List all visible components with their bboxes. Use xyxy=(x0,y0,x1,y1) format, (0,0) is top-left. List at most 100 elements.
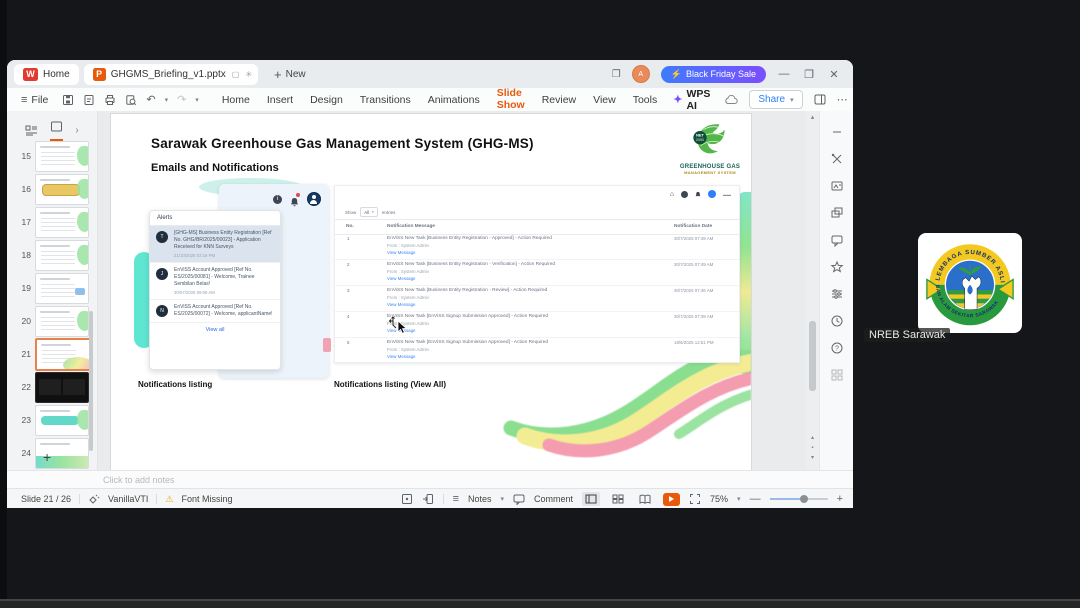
selection-box-icon[interactable] xyxy=(401,493,413,505)
toolbar-expand-icon[interactable]: ▾ xyxy=(195,96,199,104)
tab-preview-icon[interactable]: ▢ xyxy=(232,70,240,79)
zoom-slider[interactable] xyxy=(769,495,828,503)
alert-item[interactable]: N EnViSS Account Approved [Ref No. ES/20… xyxy=(150,300,280,322)
zoom-out-button[interactable]: — xyxy=(750,493,761,505)
slide-thumbnail-18[interactable]: 18 xyxy=(15,239,93,271)
slide-thumbnail-15[interactable]: 15 xyxy=(15,140,93,172)
view-message-link[interactable]: View Message xyxy=(387,276,657,281)
table-header-icons: ⌂ ▬▬ xyxy=(670,190,731,198)
undo-icon[interactable]: ↶ xyxy=(146,93,155,106)
export-pdf-icon[interactable] xyxy=(83,94,95,106)
menu-animations[interactable]: Animations xyxy=(427,91,481,109)
file-menu[interactable]: ≡ File xyxy=(21,94,48,106)
cloud-sync-icon[interactable] xyxy=(724,94,739,105)
slideshow-play-button[interactable] xyxy=(663,492,681,506)
menu-insert[interactable]: Insert xyxy=(266,91,294,109)
thumbnail-number: 19 xyxy=(21,283,31,293)
undo-caret-icon[interactable]: ▾ xyxy=(165,96,169,104)
ghgms-leaf-icon: NET 2050 xyxy=(693,124,727,154)
participant-video-tile[interactable]: LEMBAGA SUMBER ASLI DAN ALAM SEKITAR SAR… xyxy=(918,233,1022,333)
print-preview-icon[interactable] xyxy=(125,94,137,106)
theme-design-icon[interactable] xyxy=(830,179,844,193)
share-button[interactable]: Share ▾ xyxy=(749,90,803,109)
slide-thumbnail-23[interactable]: 23 xyxy=(15,404,93,436)
menu-design[interactable]: Design xyxy=(309,91,344,109)
help-panel-icon[interactable]: ? xyxy=(830,341,844,355)
menu-home[interactable]: Home xyxy=(221,91,251,109)
slide-thumbnail-21-selected[interactable]: 21 xyxy=(15,337,93,371)
zoom-level[interactable]: 75% xyxy=(710,494,728,504)
slide-sorter-view-button[interactable] xyxy=(609,492,627,506)
menu-review[interactable]: Review xyxy=(541,91,577,109)
more-options-icon[interactable]: ⋯ xyxy=(837,93,848,106)
view-message-link[interactable]: View Message xyxy=(387,354,657,359)
canvas-scrollbar[interactable]: ▴ ▴ ▪ ▾ xyxy=(806,111,819,470)
alerts-view-all-link[interactable]: View all xyxy=(150,322,280,337)
notes-toggle[interactable]: Notes xyxy=(468,494,492,504)
view-message-link[interactable]: View Message xyxy=(387,328,657,333)
close-button[interactable]: ✕ xyxy=(827,68,841,81)
alerts-dropdown: Alerts T [GHG-MS] Business Entity Regist… xyxy=(149,210,281,370)
tab-document[interactable]: P GHGMS_Briefing_v1.pptx ▢ ✳ xyxy=(83,63,259,85)
alert-item[interactable]: J EnViSS Account Approved [Ref No. ES/20… xyxy=(150,263,280,300)
thumbnail-number: 21 xyxy=(21,349,31,359)
zoom-slider-thumb[interactable] xyxy=(799,495,808,503)
entries-select[interactable]: All ▾ xyxy=(360,207,378,217)
redo-icon[interactable]: ↷ xyxy=(177,93,186,106)
thumbnail-scrollbar[interactable] xyxy=(89,311,93,451)
task-pane-icon[interactable] xyxy=(814,94,826,105)
play-from-current-icon[interactable] xyxy=(422,493,434,505)
scrollbar-thumb[interactable] xyxy=(809,321,816,391)
table-row: 3 EnViSS New Task [Business Entity Regis… xyxy=(335,285,739,312)
edit-tools-icon[interactable] xyxy=(830,152,844,166)
slide-thumbnail-20[interactable]: 20 xyxy=(15,305,93,337)
settings-sliders-icon[interactable] xyxy=(830,287,844,301)
normal-view-button[interactable] xyxy=(582,492,601,506)
slide-view-icon[interactable] xyxy=(50,119,64,141)
zoom-caret-icon[interactable]: ▾ xyxy=(737,495,741,503)
objects-layers-icon[interactable] xyxy=(830,206,844,220)
favorites-icon[interactable] xyxy=(830,260,844,274)
alert-item[interactable]: T [GHG-MS] Business Entity Registration … xyxy=(150,226,280,263)
reading-view-button[interactable] xyxy=(636,492,654,506)
notes-bar[interactable]: Click to add notes xyxy=(7,470,853,489)
slide-thumbnail-17[interactable]: 17 xyxy=(15,206,93,238)
new-tab-button[interactable]: + New xyxy=(274,67,306,82)
comment-button[interactable]: Comment xyxy=(534,494,573,504)
windows-stack-icon[interactable]: ❐ xyxy=(612,69,621,80)
save-icon[interactable] xyxy=(62,94,74,106)
menu-transitions[interactable]: Transitions xyxy=(359,91,412,109)
comment-icon[interactable] xyxy=(513,494,525,505)
apps-grid-icon[interactable] xyxy=(830,368,844,382)
info-icon: i xyxy=(273,194,282,204)
restore-button[interactable]: ❐ xyxy=(802,68,816,81)
view-message-link[interactable]: View Message xyxy=(387,250,657,255)
notes-caret-icon[interactable]: ▾ xyxy=(501,495,505,503)
scroll-up-icon[interactable]: ▴ xyxy=(806,113,819,121)
menu-tools[interactable]: Tools xyxy=(632,91,659,109)
minimize-button[interactable]: — xyxy=(777,68,791,80)
comments-pane-icon[interactable] xyxy=(830,233,844,247)
zoom-in-button[interactable]: + xyxy=(837,493,843,505)
menu-view[interactable]: View xyxy=(592,91,617,109)
prev-next-slide-buttons[interactable]: ▴ ▪ ▾ xyxy=(806,433,819,463)
collapse-panel-icon[interactable]: › xyxy=(75,125,78,136)
slide-thumbnail-24[interactable]: 24 xyxy=(15,437,93,469)
slide-thumbnail-22[interactable]: 22 xyxy=(15,371,93,403)
add-slide-button[interactable]: + xyxy=(43,449,51,465)
fit-slide-icon[interactable] xyxy=(689,493,701,505)
wps-ai-button[interactable]: ✦ WPS AI xyxy=(673,88,710,112)
tab-home[interactable]: W Home xyxy=(14,63,79,85)
font-missing-label[interactable]: Font Missing xyxy=(181,494,232,504)
theme-name[interactable]: VanillaVTI xyxy=(108,494,148,504)
account-avatar[interactable]: A xyxy=(631,65,650,83)
history-icon[interactable] xyxy=(830,314,844,328)
slide-21[interactable]: Sarawak Greenhouse Gas Management System… xyxy=(110,113,752,471)
slide-thumbnail-19[interactable]: 19 xyxy=(15,272,93,304)
view-message-link[interactable]: View Message xyxy=(387,302,657,307)
outline-view-icon[interactable] xyxy=(25,125,38,136)
collapse-pane-icon[interactable] xyxy=(830,125,844,139)
slide-thumbnail-16[interactable]: 16 xyxy=(15,173,93,205)
print-icon[interactable] xyxy=(104,94,116,106)
promo-button[interactable]: ⚡ Black Friday Sale xyxy=(660,65,766,83)
